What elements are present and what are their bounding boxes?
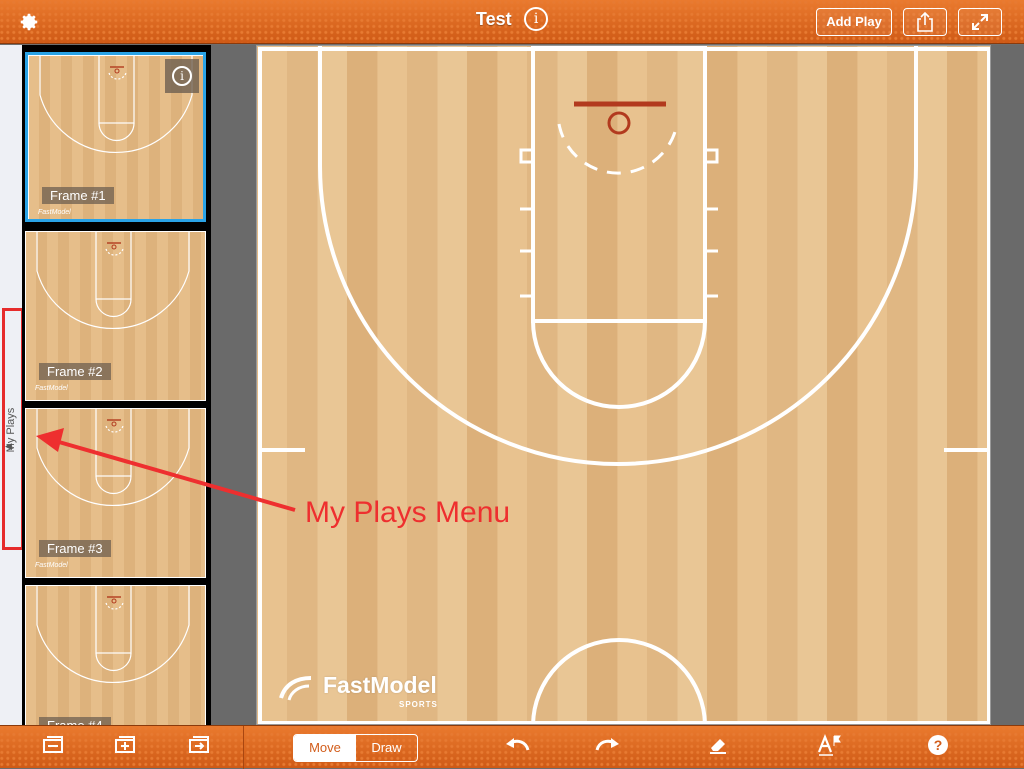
frame-label: Frame #2 [39,363,111,380]
brand-subtitle: SPORTS [399,700,438,709]
mode-segmented-control[interactable]: Move Draw [293,734,418,762]
frame-thumbnail-4[interactable]: Frame #4 [25,585,206,725]
court-thumbnail [25,585,206,725]
eraser-icon[interactable] [704,734,732,760]
frame-thumbnail-1[interactable]: i Frame #1 FastModel [25,52,206,222]
duplicate-frame-icon[interactable] [186,734,214,760]
share-icon [917,11,933,32]
frames-list[interactable]: i Frame #1 FastModel Frame #2 FastModel [22,45,211,725]
frame-label: Frame #4 [39,717,111,725]
add-play-button[interactable]: Add Play [816,8,892,36]
fullscreen-button[interactable] [958,8,1002,36]
court-stage: FastModel SPORTS [211,45,1024,725]
fastmodel-logo: FastModel [35,385,68,392]
frame-thumbnail-2[interactable]: Frame #2 FastModel [25,231,206,401]
delete-frame-icon[interactable] [40,734,68,760]
fullscreen-icon [972,14,988,30]
add-frame-icon[interactable] [112,734,140,760]
annotation-label: My Plays Menu [305,496,511,529]
redo-icon[interactable] [593,734,621,760]
draw-mode-button[interactable]: Draw [356,735,417,761]
play-title: Test [475,8,512,29]
frame-thumbnail-3[interactable]: Frame #3 FastModel [25,408,206,578]
frame-info-button[interactable]: i [165,59,199,93]
fastmodel-logo: FastModel [35,562,68,569]
help-icon[interactable]: ? [924,734,952,760]
info-icon[interactable]: i [524,7,549,31]
basketball-court[interactable]: FastModel SPORTS [256,45,991,725]
undo-icon[interactable] [504,734,532,760]
share-button[interactable] [903,8,947,36]
gear-icon[interactable] [16,9,42,35]
frame-label: Frame #3 [39,540,111,557]
top-toolbar: Test i Add Play [0,0,1024,44]
bottom-toolbar: Move Draw ? [0,725,1024,769]
annotation-highlight-box [2,308,24,550]
fastmodel-logo-icon [279,676,312,701]
text-tool-icon[interactable] [815,734,843,760]
court-lines [258,46,990,724]
move-mode-button[interactable]: Move [294,735,356,761]
svg-text:?: ? [934,737,943,753]
brand-name: FastModel [323,672,437,698]
toolbar-divider [243,726,244,769]
info-icon: i [172,66,192,86]
fastmodel-logo: FastModel [38,209,71,216]
frame-label: Frame #1 [42,187,114,204]
